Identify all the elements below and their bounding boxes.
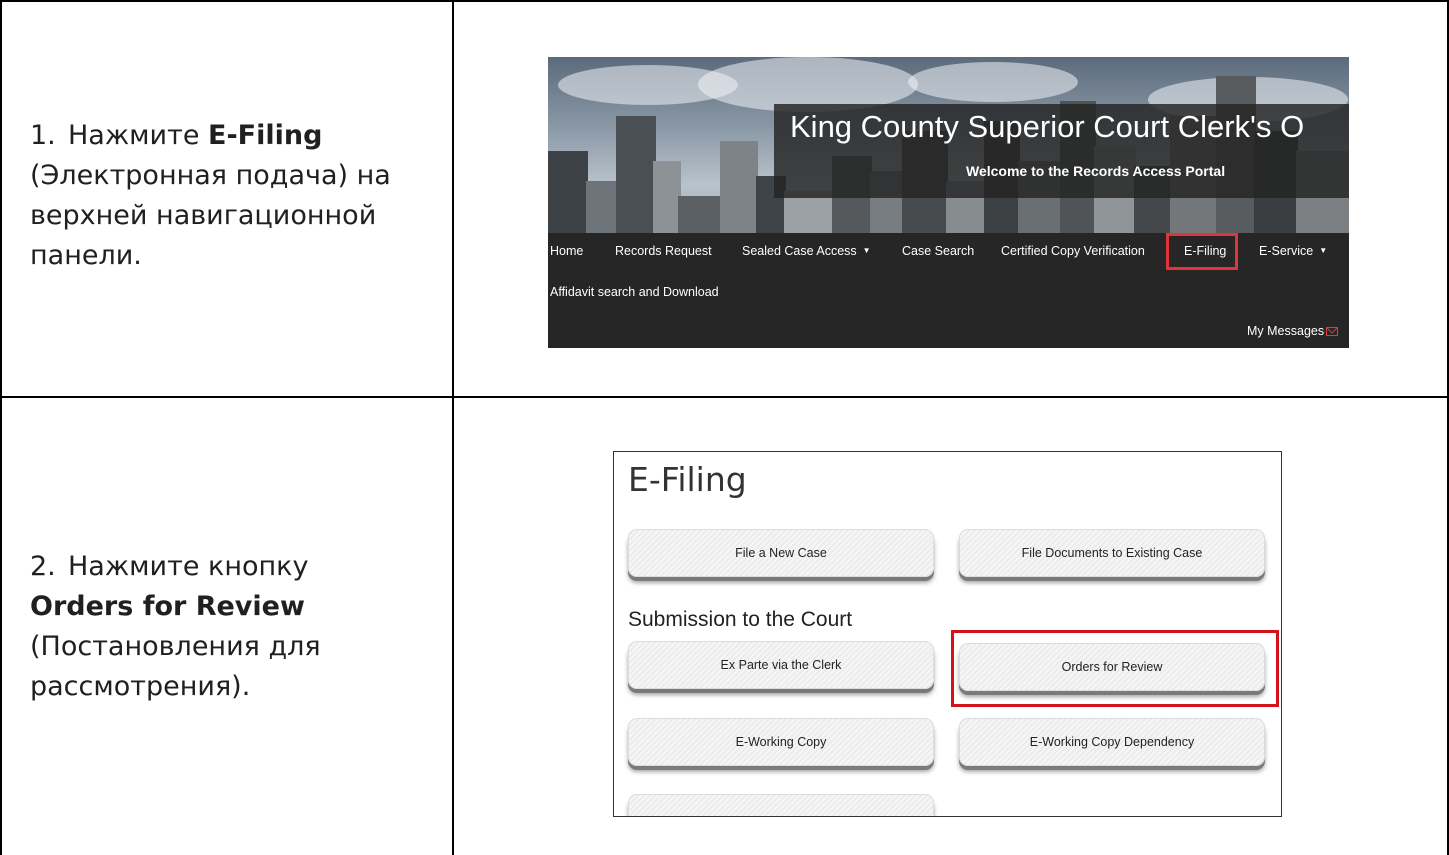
- e-filing-highlight-box: [1166, 233, 1238, 270]
- efiling-title: E-Filing: [628, 460, 747, 499]
- table-row-divider: [0, 396, 1449, 398]
- mail-icon: [1326, 327, 1339, 336]
- ex-parte-button[interactable]: Ex Parte via the Clerk: [628, 641, 934, 689]
- e-working-copy-button[interactable]: E-Working Copy: [628, 718, 934, 766]
- step-2-line-3: (Постановления для: [30, 631, 321, 662]
- portal-header-screenshot: King County Superior Court Clerk's O Wel…: [548, 57, 1349, 348]
- file-documents-existing-case-button[interactable]: File Documents to Existing Case: [959, 529, 1265, 577]
- site-title: King County Superior Court Clerk's O: [790, 109, 1305, 144]
- submission-section-heading: Submission to the Court: [628, 608, 853, 631]
- nav-records-request[interactable]: Records Request: [615, 244, 712, 258]
- e-working-copy-dependency-button[interactable]: E-Working Copy Dependency: [959, 718, 1265, 766]
- step-2-line-1: Нажмите кнопку: [68, 551, 309, 582]
- site-subtitle: Welcome to the Records Access Portal: [966, 163, 1226, 179]
- step-1-number: 1.: [30, 120, 56, 151]
- table-column-divider: [452, 0, 454, 855]
- nav-affidavit-search[interactable]: Affidavit search and Download: [550, 285, 719, 299]
- efiling-panel-screenshot: E-Filing File a New Case File Documents …: [613, 451, 1282, 817]
- table-border-top: [0, 0, 1449, 2]
- chevron-down-icon: ▼: [862, 246, 871, 255]
- nav-e-service[interactable]: E-Service ▼: [1259, 244, 1327, 258]
- step-1-line-1: Нажмите: [68, 120, 209, 151]
- step-2-instruction: 2. Нажмите кнопку Orders for Review (Пост…: [30, 547, 321, 707]
- nav-sealed-case-access[interactable]: Sealed Case Access ▼: [742, 244, 871, 258]
- step-2-line-4: рассмотрения).: [30, 671, 251, 702]
- nav-case-search[interactable]: Case Search: [902, 244, 974, 258]
- step-1-instruction: 1. Нажмите E-Filing (Электронная подача) …: [30, 116, 391, 276]
- step-2-number: 2.: [30, 551, 56, 582]
- table-border-left: [0, 0, 2, 855]
- step-1-line-3: верхней навигационной: [30, 200, 377, 231]
- partial-hidden-button[interactable]: [628, 794, 934, 816]
- file-new-case-button[interactable]: File a New Case: [628, 529, 934, 577]
- step-1-line-2: (Электронная подача) на: [30, 160, 391, 191]
- step-2-bold-term: Orders for Review: [30, 591, 305, 622]
- step-1-line-4: панели.: [30, 240, 142, 271]
- my-messages-link[interactable]: My Messages: [1247, 324, 1339, 338]
- orders-for-review-highlight-box: [951, 630, 1279, 707]
- step-1-bold-term: E-Filing: [208, 120, 323, 151]
- nav-home[interactable]: Home: [550, 244, 583, 258]
- nav-certified-copy-verification[interactable]: Certified Copy Verification: [1001, 244, 1145, 258]
- chevron-down-icon: ▼: [1319, 246, 1328, 255]
